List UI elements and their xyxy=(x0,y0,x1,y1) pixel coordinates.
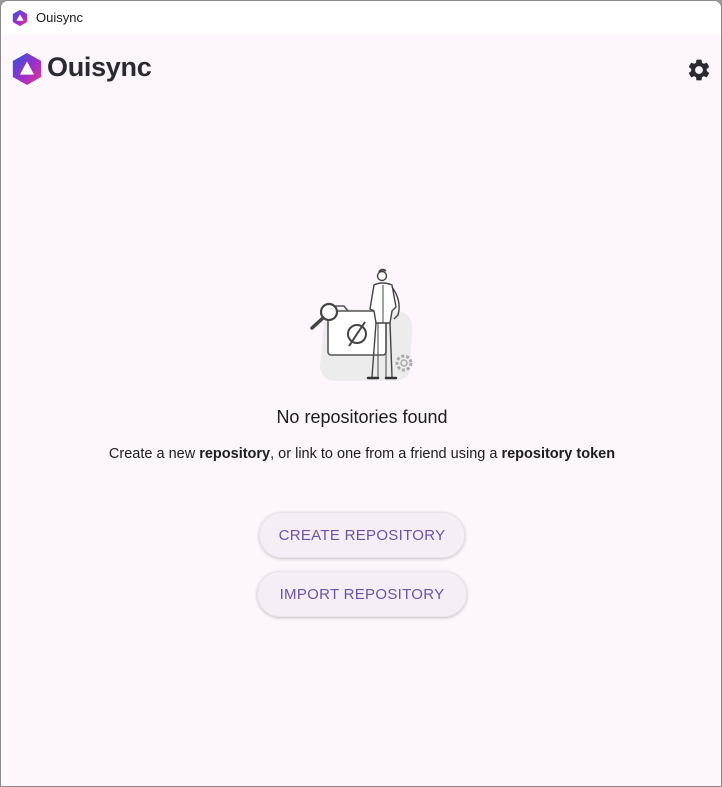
gear-icon xyxy=(688,59,710,81)
title-bar: Ouisync xyxy=(1,1,721,35)
app-logo-text: Ouisync xyxy=(47,52,152,82)
ouisync-logo-icon xyxy=(12,52,42,86)
app-logo-icon xyxy=(12,9,28,27)
description-bold-repository: repository xyxy=(199,446,271,462)
import-repository-button[interactable]: IMPORT REPOSITORY xyxy=(257,571,467,617)
create-repository-button[interactable]: CREATE REPOSITORY xyxy=(259,512,465,558)
app-window: Ouisync Ouisync No repositories found Cr… xyxy=(0,0,722,787)
empty-state-title: No repositories found xyxy=(276,407,448,427)
app-bar: Ouisync xyxy=(1,35,721,101)
settings-button[interactable] xyxy=(684,55,714,85)
description-text-2: , or link to one from a friend using a xyxy=(270,446,502,462)
description-text-1: Create a new xyxy=(108,446,200,462)
window-title: Ouisync xyxy=(36,10,83,25)
empty-state-description: Create a new repository, or link to one … xyxy=(1,446,721,462)
description-bold-token: repository token xyxy=(501,446,616,462)
no-repositories-illustration xyxy=(310,268,413,381)
